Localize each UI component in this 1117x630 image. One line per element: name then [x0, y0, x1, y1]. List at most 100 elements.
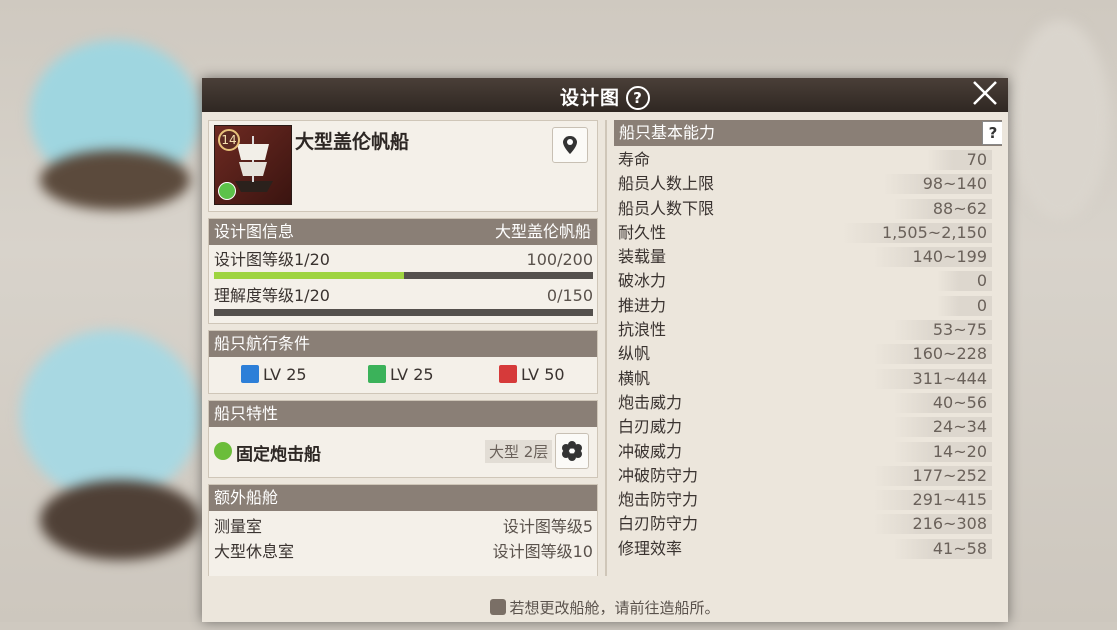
stats-help-button[interactable]: ? — [982, 121, 1002, 145]
flower-icon — [562, 441, 582, 461]
title-bar: 设计图? — [202, 78, 1008, 112]
stat-label: 白刃防守力 — [618, 514, 699, 534]
requirements-row: LV 25 LV 25 LV 50 — [209, 357, 597, 391]
understanding-label: 理解度等级1/20 — [214, 286, 330, 305]
background-ship — [1010, 20, 1110, 220]
stat-value: 70 — [926, 150, 992, 170]
stat-value: 216~308 — [872, 514, 992, 535]
requirements-header: 船只航行条件 — [209, 331, 597, 357]
cabin-item: 大型休息室 设计图等级10 — [209, 541, 597, 563]
stat-label: 破冰力 — [618, 271, 667, 291]
stat-row: 白刃威力 24~34 — [614, 415, 998, 439]
stat-row: 横帆 311~444 — [614, 367, 998, 391]
trait-detail-button[interactable] — [555, 433, 589, 469]
stat-row: 修理效率 41~58 — [614, 537, 998, 561]
blueprint-level-label: 设计图等级1/20 — [214, 250, 330, 269]
cabin-requirement: 设计图等级10 — [492, 542, 593, 561]
stat-row: 船员人数下限 88~62 — [614, 197, 998, 221]
stat-label: 推进力 — [618, 295, 667, 315]
stat-value: 177~252 — [872, 465, 992, 486]
cabin-item: 测量室 设计图等级5 — [209, 516, 597, 538]
stat-row: 船员人数上限 98~140 — [614, 172, 998, 196]
stat-row: 冲破威力 14~20 — [614, 440, 998, 464]
requirement-battle: LV 50 — [499, 365, 565, 384]
battle-icon — [499, 365, 517, 383]
cabins-card: 额外船舱 测量室 设计图等级5 大型休息室 设计图等级10 — [208, 484, 598, 576]
stat-label: 船员人数上限 — [618, 174, 715, 194]
stat-value: 0 — [936, 271, 992, 292]
stat-label: 装载量 — [618, 247, 667, 267]
ship-portrait[interactable]: 14 — [214, 125, 292, 205]
cabins-header: 额外船舱 — [209, 485, 597, 511]
stat-value: 53~75 — [892, 320, 992, 341]
stat-row: 推进力 0 — [614, 294, 998, 318]
trade-icon — [368, 365, 386, 383]
level-badge: 14 — [218, 129, 240, 151]
requirements-card: 船只航行条件 LV 25 LV 25 LV 50 — [208, 330, 598, 394]
requirement-adventure-label: LV 25 — [263, 365, 307, 384]
left-panel: 14 大型盖伦帆船 设计图信息 大型盖伦帆船 设计图等级1/20 100/200… — [208, 120, 598, 576]
blueprint-info-header: 设计图信息 大型盖伦帆船 — [209, 219, 597, 245]
stat-row: 纵帆 160~228 — [614, 342, 998, 366]
location-button[interactable] — [552, 127, 588, 163]
blueprint-info-ship: 大型盖伦帆船 — [494, 222, 591, 241]
background-ship — [40, 480, 200, 560]
blueprint-level-row: 设计图等级1/20 100/200 — [209, 249, 597, 271]
cabin-requirement: 设计图等级5 — [502, 517, 593, 536]
stats-title: 船只基本能力 — [619, 123, 716, 142]
trait-icon — [214, 442, 232, 460]
stat-value: 41~58 — [892, 538, 992, 559]
stat-label: 抗浪性 — [618, 320, 667, 340]
close-button[interactable] — [970, 80, 1000, 110]
stat-value: 14~20 — [892, 441, 992, 462]
stat-value: 0 — [936, 295, 992, 316]
stat-value: 291~415 — [872, 490, 992, 511]
stats-header: 船只基本能力 ? — [614, 120, 1002, 146]
ship-card: 14 大型盖伦帆船 — [208, 120, 598, 212]
panel-divider — [605, 120, 607, 576]
stat-label: 修理效率 — [618, 538, 683, 558]
stat-label: 船员人数下限 — [618, 198, 715, 218]
blueprint-level-bar — [214, 272, 593, 279]
dialog-title: 设计图? — [202, 83, 1008, 110]
stat-value: 40~56 — [892, 392, 992, 413]
stat-label: 耐久性 — [618, 222, 667, 242]
stat-label: 白刃威力 — [618, 417, 683, 437]
traits-header: 船只特性 — [209, 401, 597, 427]
stat-label: 纵帆 — [618, 344, 651, 364]
footer-text: 若想更改船舱，请前往造船所。 — [509, 599, 720, 617]
trade-tag-icon — [218, 182, 236, 200]
trait-name: 固定炮击船 — [236, 445, 321, 465]
stat-value: 98~140 — [882, 174, 992, 195]
requirement-trade-label: LV 25 — [390, 365, 434, 384]
stat-row: 炮击威力 40~56 — [614, 391, 998, 415]
requirements-title: 船只航行条件 — [214, 334, 311, 353]
adventure-icon — [241, 365, 259, 383]
stat-row: 耐久性 1,505~2,150 — [614, 221, 998, 245]
ship-name: 大型盖伦帆船 — [295, 131, 410, 153]
requirement-adventure: LV 25 — [241, 365, 307, 384]
stat-row: 寿命 70 — [614, 148, 998, 172]
ship-hint-icon — [490, 599, 507, 615]
map-pin-icon — [563, 136, 577, 154]
stat-value: 88~62 — [892, 198, 992, 219]
stat-value: 24~34 — [892, 417, 992, 438]
cabin-name: 大型休息室 — [214, 542, 295, 561]
stat-value: 160~228 — [872, 344, 992, 365]
background-ship — [20, 330, 200, 500]
requirement-battle-label: LV 50 — [521, 365, 565, 384]
stat-value: 1,505~2,150 — [841, 222, 992, 243]
stat-label: 横帆 — [618, 368, 651, 388]
stat-row: 冲破防守力 177~252 — [614, 464, 998, 488]
blueprint-level-fill — [214, 272, 404, 279]
dialog-title-text: 设计图 — [559, 87, 620, 109]
stat-row: 装载量 140~199 — [614, 245, 998, 269]
stat-row: 白刃防守力 216~308 — [614, 512, 998, 536]
help-icon[interactable]: ? — [626, 86, 650, 110]
stat-label: 寿命 — [618, 150, 651, 169]
stat-row: 破冰力 0 — [614, 269, 998, 293]
traits-card: 船只特性 固定炮击船 大型 2层 — [208, 400, 598, 478]
trait-row[interactable]: 固定炮击船 大型 2层 — [209, 427, 597, 475]
stat-value: 311~444 — [872, 368, 992, 389]
stat-row: 抗浪性 53~75 — [614, 318, 998, 342]
